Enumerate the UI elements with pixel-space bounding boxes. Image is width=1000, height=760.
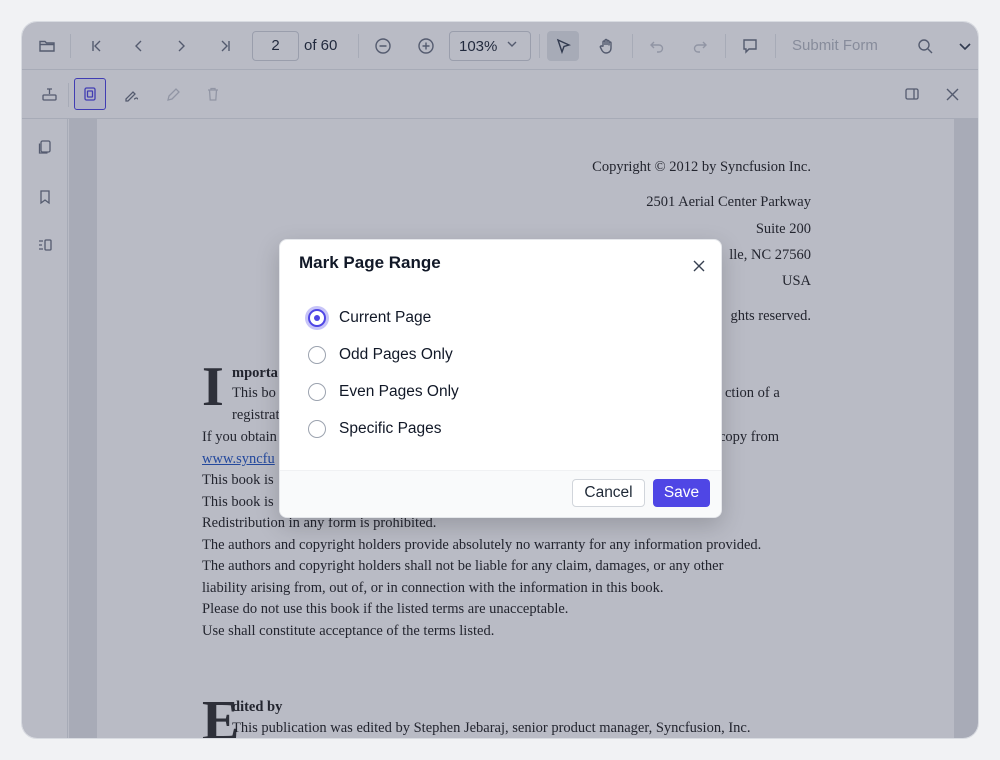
radio-button[interactable] [308,420,326,438]
radio-button[interactable] [308,383,326,401]
pdf-viewer-window: 2 of 60 103% Submit Form Copyright © 201… [21,21,979,739]
option-label: Odd Pages Only [339,346,453,363]
option-label: Even Pages Only [339,383,459,400]
radio-button[interactable] [308,309,326,327]
mark-page-range-dialog: Mark Page Range Current Page Odd Pages O… [279,239,722,518]
dialog-title: Mark Page Range [299,253,441,272]
option-specific-pages[interactable]: Specific Pages [308,416,442,442]
option-odd-pages[interactable]: Odd Pages Only [308,342,453,368]
dialog-footer: Cancel Save [280,470,721,517]
option-label: Specific Pages [339,420,442,437]
cancel-button[interactable]: Cancel [572,479,645,507]
dialog-close-icon[interactable] [688,255,710,277]
option-even-pages[interactable]: Even Pages Only [308,379,459,405]
option-current-page[interactable]: Current Page [308,305,431,331]
option-label: Current Page [339,309,432,326]
radio-button[interactable] [308,346,326,364]
save-button[interactable]: Save [653,479,710,507]
